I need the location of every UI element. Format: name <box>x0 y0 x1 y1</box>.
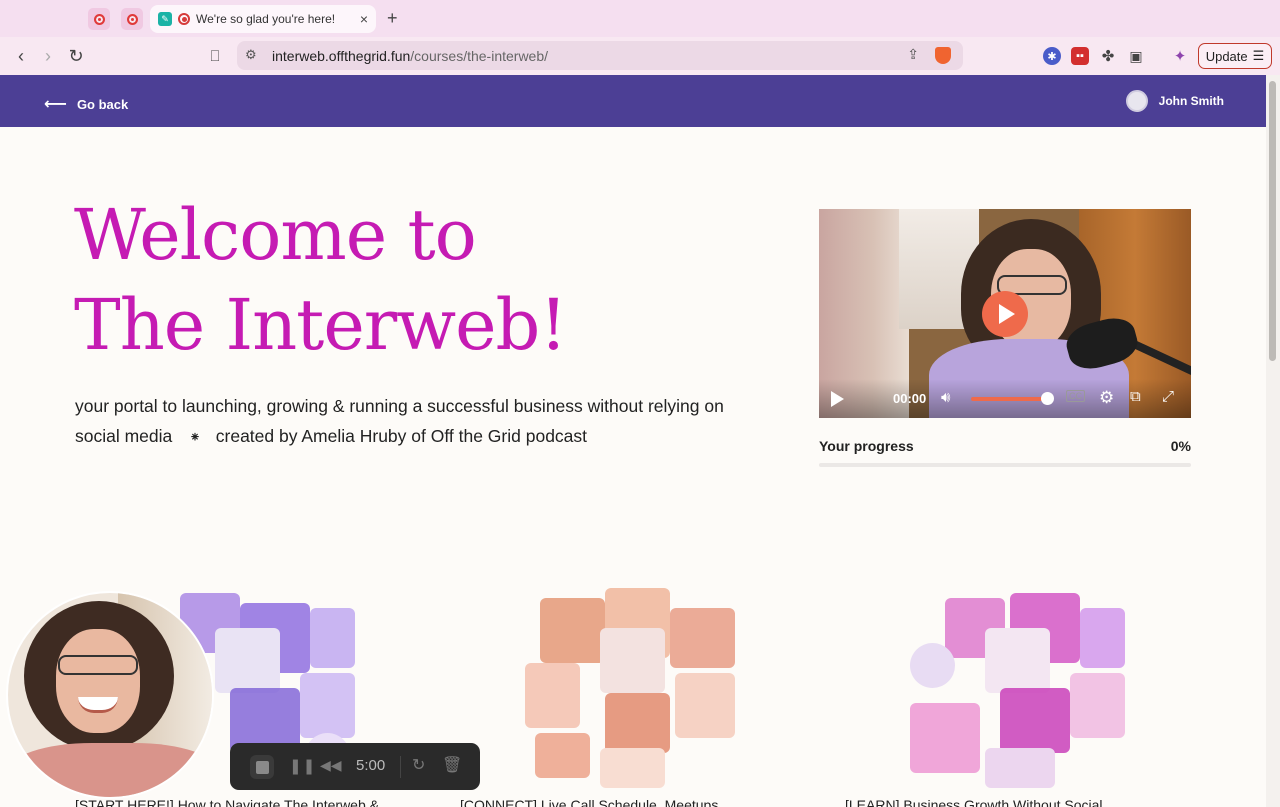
browser-tab-bar: ✎ We're so glad you're here! C × + <box>0 0 1280 37</box>
site-header: ⟵ Go back John Smith <box>0 75 1266 127</box>
update-button[interactable]: Update ☰ <box>1198 43 1272 69</box>
user-menu[interactable]: John Smith <box>1125 90 1224 112</box>
webcam-bubble[interactable] <box>6 591 214 799</box>
volume-slider-knob[interactable] <box>1041 392 1054 405</box>
course-card-image[interactable] <box>910 583 1140 793</box>
go-back-label: Go back <box>76 96 129 112</box>
tab-title: We're so glad you're here! C <box>196 12 336 26</box>
share-icon[interactable]: ⇪ <box>907 46 919 63</box>
site-favicon-icon: ✎ <box>158 12 172 26</box>
recording-icon <box>178 13 190 25</box>
subtitle-credit: created by Amelia Hruby of Off the Grid … <box>215 426 588 446</box>
tab-close-icon[interactable]: × <box>360 11 368 27</box>
title-line-2: The Interweb! <box>74 284 567 366</box>
page-title: Welcome to The Interweb! <box>74 190 567 370</box>
menu-icon: ☰ <box>1252 48 1265 63</box>
captions-icon[interactable]: CC <box>1066 390 1085 402</box>
video-controls: 00:00 🔊︎ CC ⚙ ⧉ ⤢ <box>819 379 1191 418</box>
avatar <box>1125 90 1148 112</box>
course-card-title[interactable]: [CONNECT] Live Call Schedule, Meetups <box>460 797 800 807</box>
rewind-icon[interactable]: ◀◀ <box>320 757 342 774</box>
progress-value: 0% <box>1170 438 1191 454</box>
intro-video-player[interactable]: 00:00 🔊︎ CC ⚙ ⧉ ⤢ <box>819 209 1191 418</box>
fullscreen-icon[interactable]: ⤢ <box>1162 388 1174 405</box>
extension-icon[interactable]: ✱ <box>1043 47 1061 65</box>
record-indicator-icon[interactable] <box>121 8 143 30</box>
reload-icon[interactable]: ↻ <box>65 45 87 67</box>
url-text: interweb.offthegrid.fun/courses/the-inte… <box>272 48 549 64</box>
site-settings-icon[interactable]: ⚙ <box>245 47 257 63</box>
divider <box>400 756 401 778</box>
back-icon[interactable]: ‹ <box>10 45 32 67</box>
new-tab-icon[interactable]: + <box>387 8 398 29</box>
browser-tab-active[interactable]: ✎ We're so glad you're here! C × <box>150 5 376 33</box>
stop-recording-icon[interactable] <box>250 755 274 779</box>
page-subtitle: your portal to launching, growing & runn… <box>75 391 755 452</box>
progress-label: Your progress <box>819 438 914 454</box>
course-card-title[interactable]: [START HERE!] How to Navigate The Interw… <box>75 797 415 807</box>
reader-icon[interactable]: ▣ <box>1127 47 1145 65</box>
course-card-image[interactable] <box>525 583 755 793</box>
user-name: John Smith <box>1158 94 1224 108</box>
go-back-link[interactable]: ⟵ Go back <box>44 94 128 114</box>
arrow-left-icon: ⟵ <box>44 96 67 113</box>
scrollbar-thumb[interactable] <box>1269 81 1276 361</box>
record-indicator-icon[interactable] <box>88 8 110 30</box>
settings-gear-icon[interactable]: ⚙ <box>1099 388 1114 408</box>
pause-icon[interactable]: ❚❚ <box>289 757 316 775</box>
bookmark-icon[interactable]: ⎕ <box>204 45 226 67</box>
forward-icon[interactable]: › <box>37 45 59 67</box>
page-scrollbar[interactable] <box>1266 75 1280 807</box>
address-bar[interactable]: ⚙ interweb.offthegrid.fun/courses/the-in… <box>237 41 963 70</box>
progress-bar <box>819 463 1191 467</box>
leo-ai-icon[interactable]: ✦ <box>1171 47 1189 65</box>
video-play-overlay-icon[interactable] <box>982 291 1028 337</box>
volume-slider[interactable] <box>971 397 1047 401</box>
trash-icon[interactable]: 🗑︎ <box>442 755 462 775</box>
brave-shield-icon[interactable] <box>935 47 951 64</box>
popout-icon[interactable]: ⧉ <box>1130 388 1141 405</box>
update-label: Update <box>1205 48 1248 64</box>
restart-icon[interactable]: ↻ <box>412 755 425 775</box>
play-icon[interactable] <box>831 391 844 407</box>
extensions-puzzle-icon[interactable]: ✤ <box>1099 47 1117 65</box>
title-line-1: Welcome to <box>74 194 477 276</box>
browser-toolbar: ‹ › ↻ ⎕ ⚙ interweb.offthegrid.fun/course… <box>0 37 1280 75</box>
course-card-title[interactable]: [LEARN] Business Growth Without Social <box>845 797 1185 807</box>
video-time: 00:00 <box>893 391 927 406</box>
asterisk-icon: ⁕ <box>189 429 201 445</box>
volume-icon[interactable]: 🔊︎ <box>941 389 950 406</box>
recorder-control-bar: ❚❚ ◀◀ 5:00 ↻ 🗑︎ <box>230 743 480 790</box>
extension-icon[interactable]: ▪▪ <box>1071 47 1089 65</box>
recorder-timer: 5:00 <box>356 757 386 774</box>
